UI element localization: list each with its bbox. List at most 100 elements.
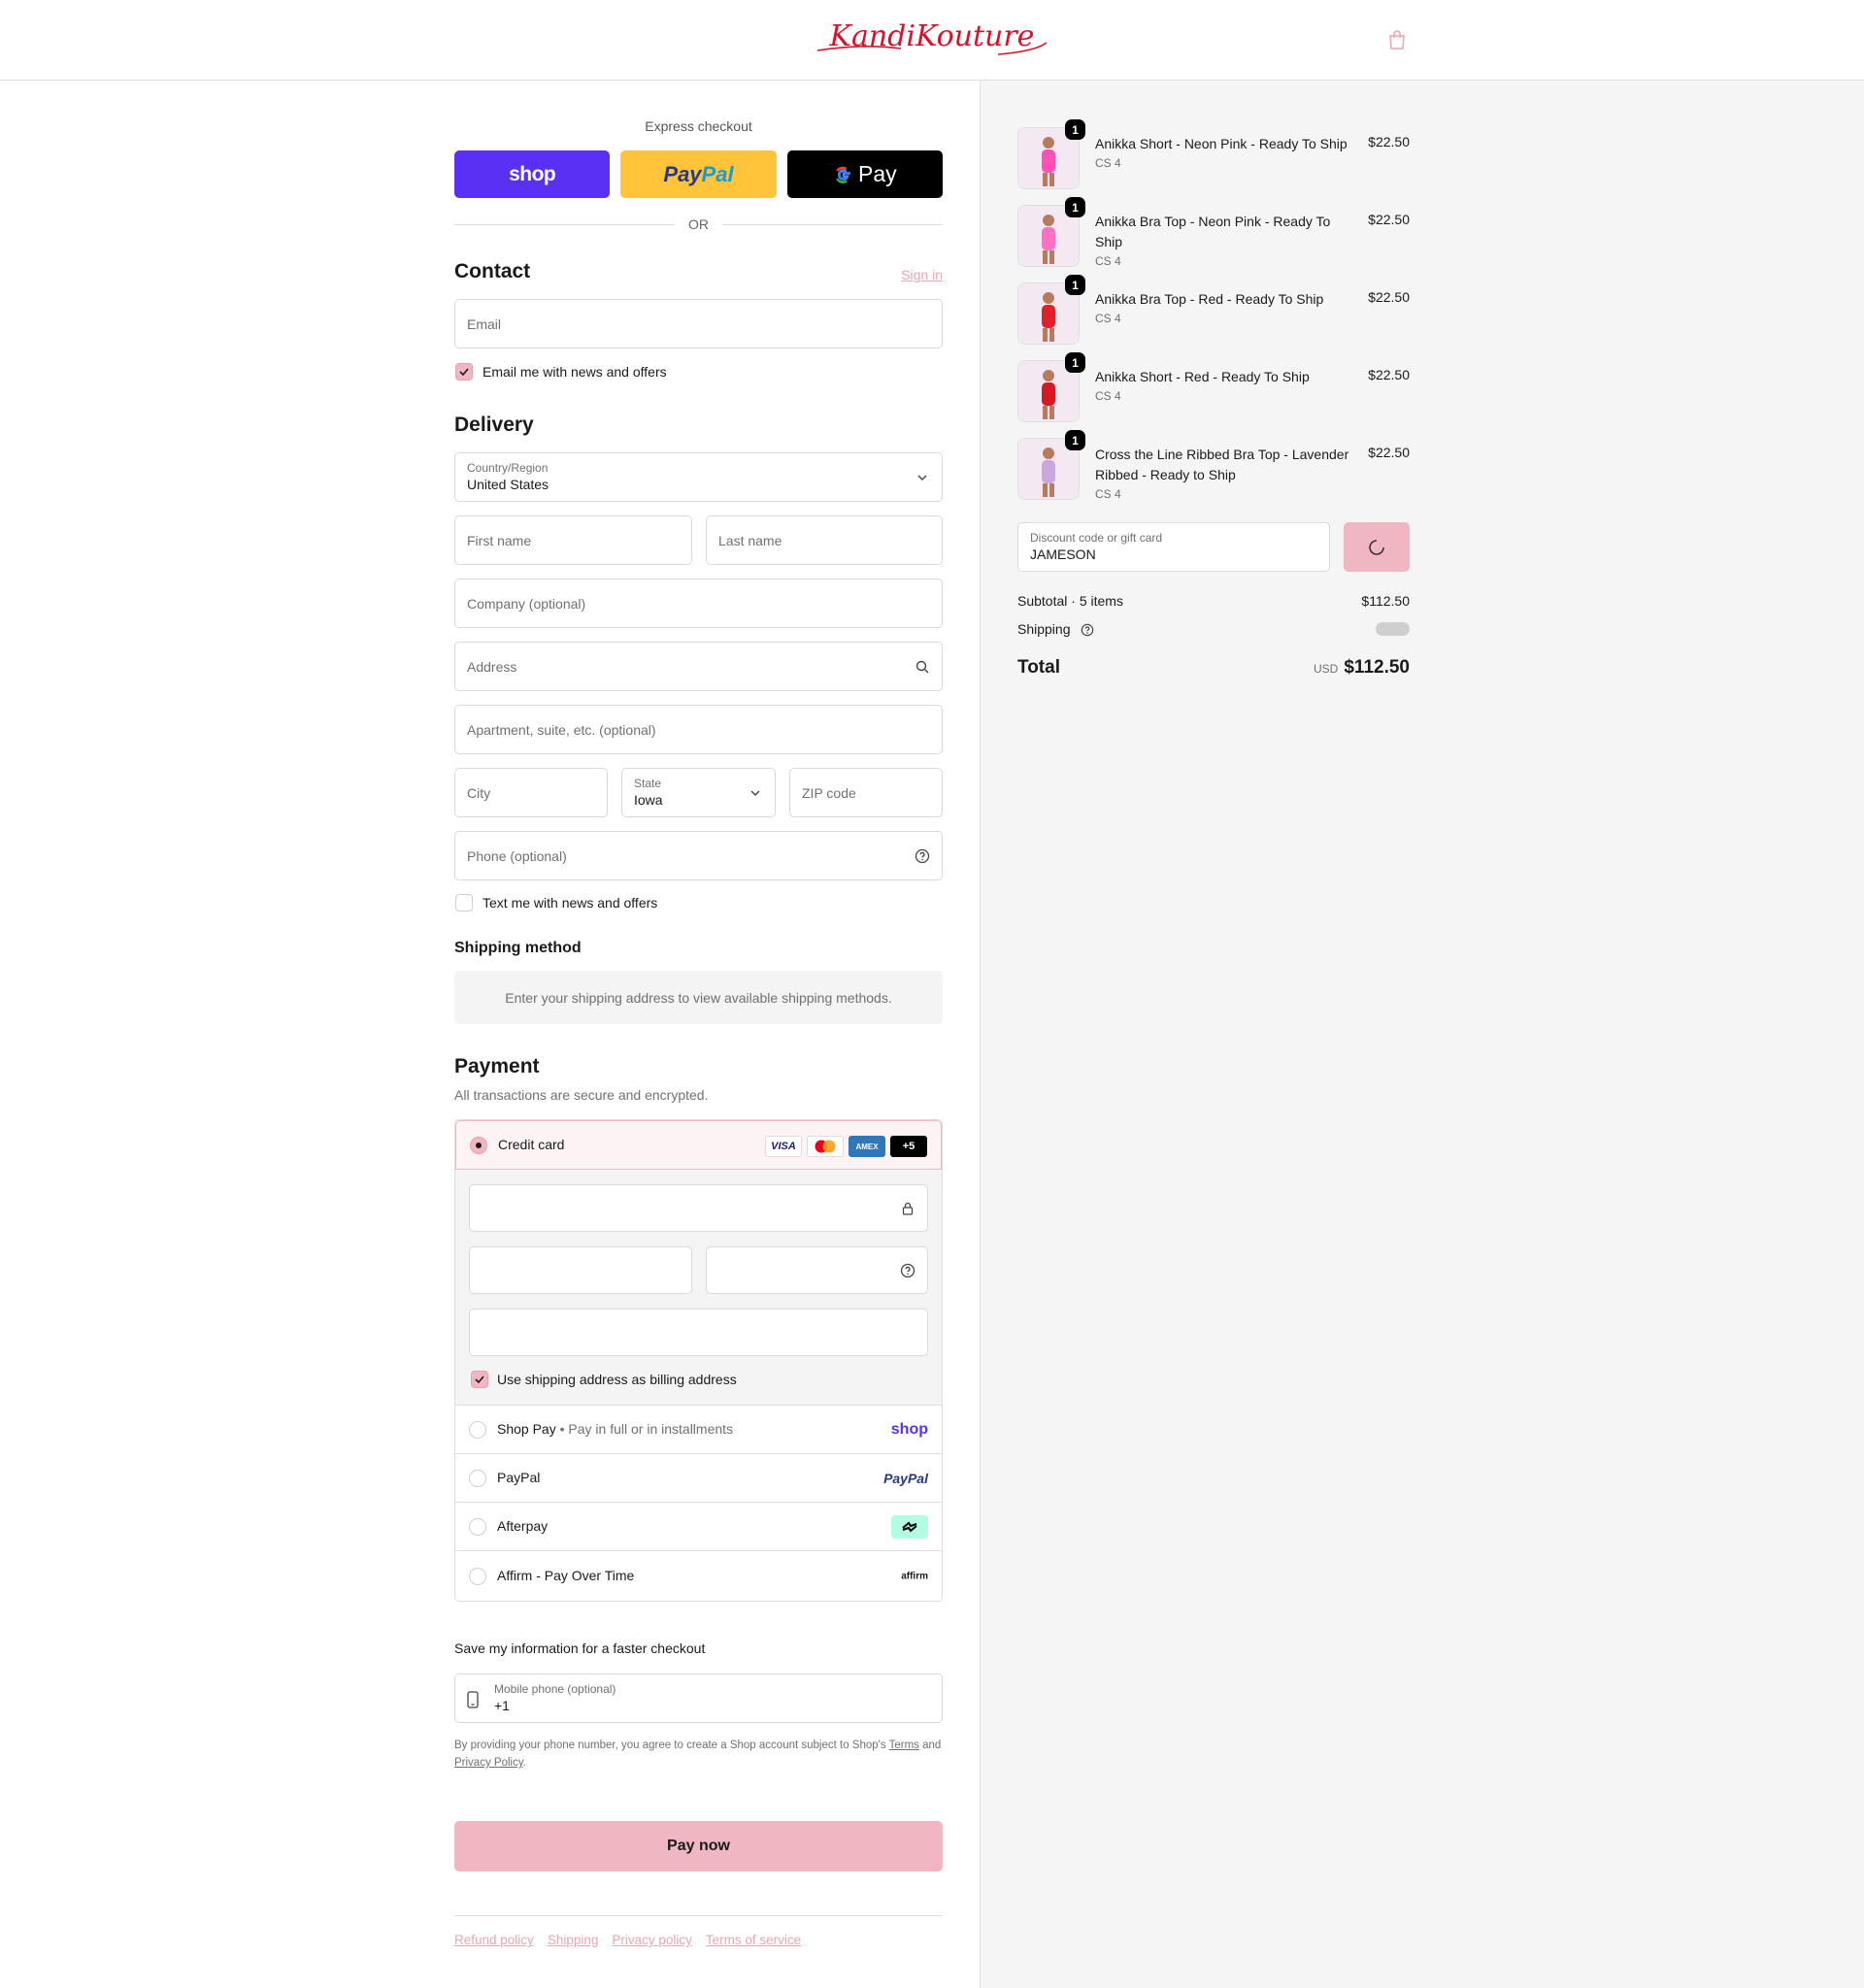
paypal-button[interactable]: Pay Pal	[620, 150, 777, 198]
cart-item: 1 Anikka Bra Top - Neon Pink - Ready To …	[1017, 197, 1410, 269]
cart-item: 1 Anikka Bra Top - Red - Ready To Ship CS…	[1017, 275, 1410, 347]
card-brand-badges: VISA AMEX +5	[765, 1136, 927, 1157]
city-field[interactable]: City	[454, 768, 608, 817]
credit-card-label: Credit card	[498, 1137, 565, 1152]
email-news-checkbox[interactable]	[455, 363, 473, 381]
billing-address-checkbox[interactable]	[471, 1371, 488, 1388]
discount-code-field[interactable]: Discount code or gift card JAMESON	[1017, 522, 1330, 572]
company-field[interactable]: Company (optional)	[454, 579, 943, 628]
help-circle-icon[interactable]	[900, 1263, 915, 1278]
delivery-heading: Delivery	[454, 414, 534, 436]
product-price: $22.50	[1368, 289, 1410, 305]
zip-field[interactable]: ZIP code	[789, 768, 943, 817]
shop-pay-option[interactable]: Shop Pay • Pay in full or in installment…	[455, 1405, 942, 1453]
credit-card-radio[interactable]	[470, 1137, 487, 1154]
quantity-badge: 1	[1065, 275, 1085, 295]
quantity-badge: 1	[1065, 430, 1085, 450]
subtotal-value: $112.50	[1361, 593, 1410, 609]
product-name: Anikka Bra Top - Red - Ready To Ship	[1095, 291, 1324, 307]
quantity-badge: 1	[1065, 352, 1085, 373]
shop-pay-button[interactable]: shop	[454, 150, 611, 198]
chevron-down-icon	[917, 475, 927, 480]
product-variant: CS 4	[1095, 389, 1121, 403]
privacy-policy-footer-link[interactable]: Privacy policy	[612, 1933, 692, 1947]
last-name-field[interactable]: Last name	[706, 515, 943, 565]
footer-links: Refund policy Shipping Privacy policy Te…	[454, 1933, 801, 1947]
shop-pay-radio[interactable]	[469, 1421, 486, 1439]
product-variant: CS 4	[1095, 254, 1121, 268]
or-divider: OR	[454, 215, 943, 233]
total-label: Total	[1017, 657, 1060, 678]
affirm-logo: affirm	[901, 1571, 928, 1582]
paypal-label: PayPal	[497, 1470, 541, 1485]
cart-item: 1 Anikka Short - Neon Pink - Ready To Sh…	[1017, 119, 1410, 191]
terms-of-service-link[interactable]: Terms of service	[706, 1933, 801, 1947]
kandikouture-logo[interactable]: KandiKouture	[814, 14, 1050, 62]
shopping-bag-icon[interactable]	[1386, 29, 1408, 50]
product-price: $22.50	[1368, 212, 1410, 227]
apartment-field[interactable]: Apartment, suite, etc. (optional)	[454, 705, 943, 754]
refund-policy-link[interactable]: Refund policy	[454, 1933, 534, 1947]
header: KandiKouture	[0, 0, 1864, 81]
payment-heading: Payment	[454, 1055, 540, 1077]
checkmark-icon	[475, 1375, 484, 1384]
paypal-radio[interactable]	[469, 1470, 486, 1487]
text-news-checkbox[interactable]	[455, 894, 473, 911]
checkmark-icon	[459, 368, 469, 377]
credit-card-form: Use shipping address as billing address	[455, 1170, 942, 1405]
shipping-method-notice: Enter your shipping address to view avai…	[454, 971, 943, 1024]
afterpay-option[interactable]: Afterpay	[455, 1502, 942, 1550]
security-code-field[interactable]	[706, 1246, 928, 1294]
first-name-field[interactable]: First name	[454, 515, 692, 565]
country-select[interactable]: Country/Region United States	[454, 452, 943, 502]
credit-card-option[interactable]: Credit card VISA AMEX +5	[455, 1120, 942, 1170]
pay-now-button[interactable]: Pay now	[454, 1821, 943, 1872]
product-name: Anikka Short - Red - Ready To Ship	[1095, 369, 1310, 384]
address-field[interactable]: Address	[454, 642, 943, 691]
shop-pay-logo: shop	[890, 1420, 928, 1438]
phone-field[interactable]: Phone (optional)	[454, 831, 943, 880]
mobile-phone-field[interactable]: Mobile phone (optional) +1	[454, 1673, 943, 1723]
help-circle-icon[interactable]	[1081, 623, 1094, 637]
product-variant: CS 4	[1095, 487, 1121, 501]
billing-address-label: Use shipping address as billing address	[497, 1372, 737, 1387]
shipping-method-heading: Shipping method	[454, 940, 582, 956]
paypal-option[interactable]: PayPal PayPal	[455, 1453, 942, 1502]
privacy-policy-link[interactable]: Privacy Policy	[454, 1757, 523, 1769]
affirm-radio[interactable]	[469, 1568, 486, 1585]
shop-pay-sublabel: Pay in full or in installments	[568, 1421, 734, 1437]
state-select[interactable]: State Iowa	[621, 768, 776, 817]
shipping-row: Shipping	[1017, 621, 1410, 637]
expiration-field[interactable]	[469, 1246, 692, 1294]
help-circle-icon[interactable]	[915, 848, 930, 864]
svg-text:KandiKouture: KandiKouture	[829, 19, 1035, 53]
affirm-label: Affirm - Pay Over Time	[497, 1568, 635, 1583]
quantity-badge: 1	[1065, 119, 1085, 140]
email-news-label: Email me with news and offers	[483, 364, 667, 380]
paypal-logo: PayPal	[883, 1470, 928, 1486]
product-price: $22.50	[1368, 367, 1410, 382]
subtotal-label: Subtotal · 5 items	[1017, 593, 1123, 609]
payment-subtitle: All transactions are secure and encrypte…	[454, 1087, 709, 1103]
shipping-link[interactable]: Shipping	[548, 1933, 599, 1947]
apply-discount-button[interactable]	[1344, 522, 1410, 572]
subtotal-row: Subtotal · 5 items $112.50	[1017, 593, 1410, 609]
product-variant: CS 4	[1095, 156, 1121, 170]
save-info-title: Save my information for a faster checkou…	[454, 1640, 706, 1656]
amex-icon: AMEX	[849, 1136, 885, 1157]
affirm-option[interactable]: Affirm - Pay Over Time affirm	[455, 1550, 942, 1601]
sign-in-link[interactable]: Sign in	[874, 267, 943, 282]
contact-heading: Contact	[454, 260, 531, 282]
terms-link[interactable]: Terms	[889, 1740, 919, 1751]
shop-pay-label: Shop Pay	[497, 1421, 556, 1437]
name-on-card-field[interactable]	[469, 1309, 928, 1356]
visa-icon: VISA	[765, 1136, 802, 1157]
card-number-field[interactable]	[469, 1184, 928, 1232]
total-value: USD $112.50	[1314, 657, 1410, 678]
text-news-label: Text me with news and offers	[483, 895, 658, 911]
google-pay-button[interactable]: Pay	[786, 150, 943, 198]
afterpay-radio[interactable]	[469, 1518, 486, 1536]
email-field[interactable]: Email	[454, 299, 943, 348]
shipping-label: Shipping	[1017, 621, 1071, 637]
product-name: Anikka Short - Neon Pink - Ready To Ship	[1095, 136, 1348, 151]
